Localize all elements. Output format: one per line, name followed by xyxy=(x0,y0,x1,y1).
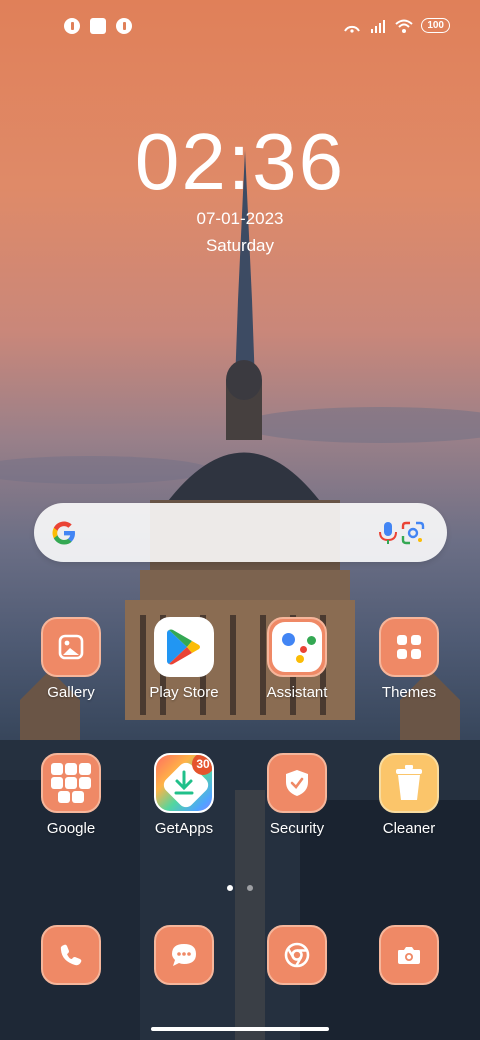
getapps-icon: 30 xyxy=(154,753,214,813)
app-play-store[interactable]: Play Store xyxy=(129,617,239,701)
app-label: Security xyxy=(269,820,325,837)
google-g-icon xyxy=(52,521,75,545)
battery-level: 100 xyxy=(421,18,450,33)
dock-camera[interactable] xyxy=(354,925,464,985)
voice-search-icon[interactable] xyxy=(377,521,399,545)
home-gesture-bar[interactable] xyxy=(151,1027,329,1031)
google-search-bar[interactable] xyxy=(34,503,447,562)
themes-icon xyxy=(379,617,439,677)
app-label: Assistant xyxy=(266,684,328,701)
app-gallery[interactable]: Gallery xyxy=(16,617,126,701)
app-label: Cleaner xyxy=(382,820,436,837)
cleaner-icon xyxy=(379,753,439,813)
google-folder-icon xyxy=(41,753,101,813)
app-label: Gallery xyxy=(47,684,95,701)
page-indicator xyxy=(0,878,480,896)
system-status-icons: 100 xyxy=(343,18,450,33)
app-cleaner[interactable]: Cleaner xyxy=(354,753,464,837)
hotspot-icon xyxy=(344,25,361,33)
app-label: Play Store xyxy=(149,684,219,701)
notification-square-icon xyxy=(90,18,106,34)
notification-icons xyxy=(64,18,132,34)
dock-phone[interactable] xyxy=(16,925,126,985)
chrome-icon xyxy=(267,925,327,985)
clock-date: 07-01-2023 xyxy=(196,209,284,228)
wifi-icon xyxy=(395,19,413,33)
dock-messages[interactable] xyxy=(129,925,239,985)
app-label: Google xyxy=(46,820,96,837)
signal-icon xyxy=(371,19,386,33)
gallery-icon xyxy=(41,617,101,677)
page-dot xyxy=(247,885,254,891)
clock-time[interactable]: 02:36 xyxy=(0,116,480,208)
app-label: Themes xyxy=(381,684,437,701)
play-store-icon xyxy=(154,617,214,677)
app-assistant[interactable]: Assistant xyxy=(242,617,352,701)
app-getapps[interactable]: 30 GetApps xyxy=(129,753,239,837)
app-label: GetApps xyxy=(154,820,214,837)
google-lens-icon[interactable] xyxy=(400,521,426,545)
page-dot-active xyxy=(226,885,233,891)
notification-app-icon xyxy=(64,18,80,34)
clock-day: Saturday xyxy=(205,236,275,255)
notification-badge: 30 xyxy=(192,755,212,775)
messages-icon xyxy=(154,925,214,985)
status-bar: 100 xyxy=(0,0,480,56)
notification-app-icon xyxy=(116,18,132,34)
dock-chrome[interactable] xyxy=(242,925,352,985)
camera-icon xyxy=(379,925,439,985)
assistant-icon xyxy=(267,617,327,677)
phone-icon xyxy=(41,925,101,985)
app-google-folder[interactable]: Google xyxy=(16,753,126,837)
app-themes[interactable]: Themes xyxy=(354,617,464,701)
app-security[interactable]: Security xyxy=(242,753,352,837)
security-icon xyxy=(267,753,327,813)
